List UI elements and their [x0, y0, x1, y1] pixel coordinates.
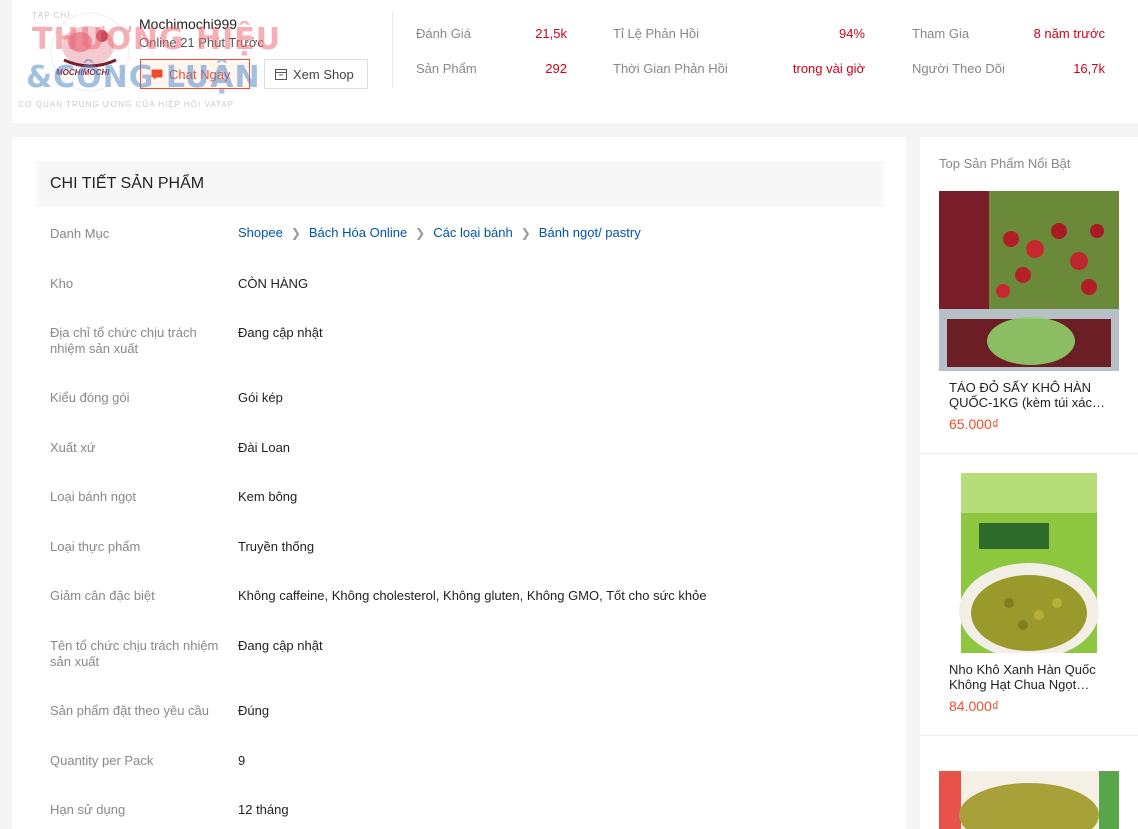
product-price: 65.000₫ [949, 416, 1000, 432]
product-divider [920, 453, 1138, 454]
stat-rating-value: 21,5k [535, 26, 567, 41]
shop-header: MOCHIMOCHI Mochimochi999 Online 21 Phút … [12, 0, 1138, 123]
category-label: Danh Mục [50, 226, 110, 241]
spec-value: Kem bông [238, 489, 298, 504]
online-status: Online 21 Phút Trước [139, 35, 264, 50]
product-image[interactable] [939, 771, 1119, 829]
product-image[interactable] [939, 191, 1119, 371]
stat-followers-value: 16,7k [1073, 61, 1105, 76]
product-image-raisins [939, 473, 1119, 653]
breadcrumb-link-bach-hoa[interactable]: Bách Hóa Online [309, 225, 407, 240]
product-details-title: CHI TIẾT SẢN PHẨM [50, 175, 205, 192]
stat-response-rate-label: Tỉ Lệ Phản Hồi [613, 26, 699, 41]
stat-followers-label: Người Theo Dõi [912, 61, 1005, 76]
chevron-right-icon: ❯ [290, 225, 301, 240]
spec-label: Loại thực phẩm [50, 539, 141, 554]
breadcrumb-link-banh-ngot[interactable]: Bánh ngọt/ pastry [539, 225, 641, 240]
category-breadcrumb: Shopee ❯ Bách Hóa Online ❯ Các loại bánh… [238, 225, 641, 240]
chevron-right-icon: ❯ [415, 225, 426, 240]
spec-label: Hạn sử dụng [50, 802, 126, 817]
stat-rating-label: Đánh Giá [416, 26, 471, 41]
spec-label: Quantity per Pack [50, 753, 154, 768]
stat-joined-value: 8 năm trước [1033, 26, 1105, 41]
spec-label: Kiểu đóng gói [50, 390, 130, 405]
shop-avatar[interactable]: MOCHIMOCHI [50, 12, 130, 92]
breadcrumb-link-shopee[interactable]: Shopee [238, 225, 283, 240]
product-details-header: CHI TIẾT SẢN PHẨM [36, 161, 884, 207]
chevron-right-icon: ❯ [520, 225, 531, 240]
stat-products-label: Sản Phẩm [416, 61, 477, 76]
stat-products-value: 292 [545, 61, 567, 76]
product-image-partial [939, 771, 1119, 829]
spec-value: Gói kép [238, 390, 283, 405]
stat-response-time-label: Thời Gian Phản Hồi [613, 61, 728, 76]
stat-joined-label: Tham Gia [912, 26, 970, 41]
spec-label: Loại bánh ngọt [50, 489, 137, 504]
spec-value: 12 tháng [238, 802, 289, 817]
spec-value: Đúng [238, 703, 270, 718]
spec-value: Đài Loan [238, 440, 291, 455]
product-name[interactable]: Nho Khô Xanh Hàn Quốc Không Hạt Chua Ngọ… [949, 662, 1119, 692]
spec-value: 9 [238, 753, 246, 768]
header-divider [392, 12, 393, 88]
view-shop-label: Xem Shop [293, 66, 354, 82]
spec-value: Truyền thống [238, 539, 315, 554]
sidebar-title: Top Sản Phẩm Nổi Bật [939, 156, 1071, 171]
spec-label: Sản phẩm đặt theo yêu cầu [50, 703, 210, 718]
chat-now-label: Chat Ngay [169, 66, 231, 82]
spec-label: Giảm cân đặc biệt [50, 588, 155, 603]
top-product-card[interactable] [920, 771, 1138, 829]
stat-response-time-value: trong vài giờ [792, 61, 865, 76]
stat-response-rate-value: 94% [838, 26, 865, 41]
spec-value: Không caffeine, Không cholesterol, Không… [238, 588, 707, 603]
spec-value: Đang cập nhật [238, 325, 323, 340]
top-product-card[interactable]: Nho Khô Xanh Hàn Quốc Không Hạt Chua Ngọ… [920, 473, 1138, 735]
spec-label: Tên tổ chức chịu trách nhiệm sản xuất [50, 638, 219, 669]
view-shop-button[interactable]: Xem Shop [264, 59, 368, 89]
shop-logo-text: MOCHIMOCHI [56, 68, 110, 77]
product-divider [920, 735, 1138, 736]
spec-value: CÒN HÀNG [238, 276, 309, 291]
shop-logo-image [50, 12, 130, 92]
spec-label: Địa chỉ tổ chức chịu trách nhiệm sản xuấ… [50, 325, 197, 356]
product-price: 84.000₫ [949, 698, 1000, 714]
top-products-sidebar: Top Sản Phẩm Nổi Bật TÁO ĐỎ SẤY KHÔ HÀN … [920, 137, 1138, 829]
breadcrumb-link-cac-loai-banh[interactable]: Các loại bánh [433, 225, 513, 240]
top-product-card[interactable]: TÁO ĐỎ SẤY KHÔ HÀN QUỐC-1KG (kèm túi xác… [920, 191, 1138, 453]
product-image[interactable] [939, 473, 1119, 653]
chat-now-button[interactable]: Chat Ngay [140, 59, 250, 89]
spec-label: Xuất xứ [50, 440, 96, 455]
spec-label: Kho [50, 276, 74, 291]
product-name[interactable]: TÁO ĐỎ SẤY KHÔ HÀN QUỐC-1KG (kèm túi xác… [949, 380, 1119, 410]
store-icon [275, 68, 287, 80]
spec-value: Đang cập nhật [238, 638, 323, 653]
chat-icon [151, 69, 163, 79]
product-details-panel: CHI TIẾT SẢN PHẨM Danh Mục Shopee ❯ Bách… [12, 137, 906, 829]
product-image-dates [939, 191, 1119, 371]
shop-name[interactable]: Mochimochi999 [139, 16, 237, 32]
